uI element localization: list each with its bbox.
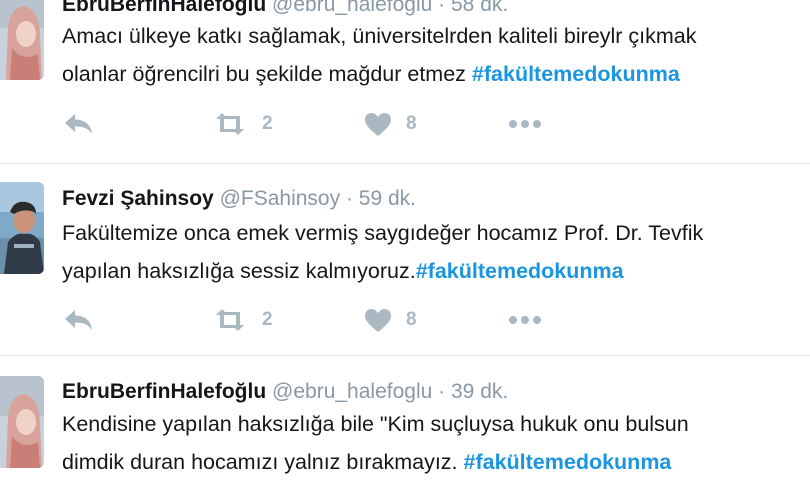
separator-dot: · [438,0,446,16]
author-handle[interactable]: @FSahinsoy [220,187,341,210]
author-name[interactable]: EbruBerfinHalefoğlu [62,380,266,403]
tweet-text-line: olanlar öğrencilri bu şekilde mağdur etm… [62,55,810,93]
like-count: 8 [406,113,417,134]
separator-dot: · [438,380,446,403]
avatar[interactable] [0,182,44,274]
reply-button[interactable] [62,108,94,140]
retweet-count: 2 [262,309,273,330]
author-handle[interactable]: @ebru_halefoglu [272,380,432,403]
tweet-timestamp[interactable]: 58 dk. [451,0,508,16]
like-count: 8 [406,309,417,330]
reply-icon [65,310,92,330]
tweet-text-line: Amacı ülkeye katkı sağlamak, üniversitel… [62,24,697,48]
heart-icon [365,308,391,332]
like-button[interactable]: 8 [364,304,417,336]
hashtag-link[interactable]: #fakültemedokunma [416,259,624,283]
tweet-actions: 2 8 [62,304,582,336]
more-icon [509,316,541,324]
author-handle[interactable]: @ebru_halefoglu [272,0,432,16]
more-icon [509,120,541,128]
avatar[interactable] [0,0,44,80]
tweet-text-line: yapılan haksızlığa sessiz kalmıyoruz.#fa… [62,252,810,290]
tweet-text-segment: yapılan haksızlığa sessiz kalmıyoruz. [62,259,416,283]
author-name[interactable]: Fevzi Şahinsoy [62,187,214,210]
reply-icon [65,114,92,134]
tweet-text-line: Fakültemize onca emek vermiş saygıdeğer … [62,221,704,245]
retweet-button[interactable]: 2 [212,108,273,140]
hashtag-link[interactable]: #fakültemedokunma [464,450,672,474]
tweet-text: Kendisine yapılan haksızlığa bile "Kim s… [62,405,810,481]
author-name[interactable]: EbruBerfinHalefoğlu [62,0,266,16]
more-button[interactable] [508,108,542,140]
retweet-icon [216,309,244,331]
tweet-text: Fakültemize onca emek vermiş saygıdeğer … [62,214,810,290]
heart-icon [365,112,391,136]
retweet-count: 2 [262,113,273,134]
separator-dot: · [345,187,353,210]
more-button[interactable] [508,304,542,336]
reply-button[interactable] [62,304,94,336]
tweet-actions: 2 8 [62,108,582,140]
tweet-timestamp[interactable]: 39 dk. [451,380,508,403]
retweet-button[interactable]: 2 [212,304,273,336]
tweet-text-line: dimdik duran hocamızı yalnız bırakmayız.… [62,443,810,481]
tweet-text-segment: dimdik duran hocamızı yalnız bırakmayız. [62,450,464,474]
avatar[interactable] [0,376,44,468]
tweet-text-line: Kendisine yapılan haksızlığa bile "Kim s… [62,412,689,436]
tweet-text-segment: olanlar öğrencilri bu şekilde mağdur etm… [62,62,472,86]
like-button[interactable]: 8 [364,108,417,140]
tweet-text: Amacı ülkeye katkı sağlamak, üniversitel… [62,17,810,93]
retweet-icon [216,113,244,135]
tweet-timestamp[interactable]: 59 dk. [359,187,416,210]
hashtag-link[interactable]: #fakültemedokunma [472,62,680,86]
tweet-divider [0,355,810,356]
tweet-divider [0,163,810,164]
